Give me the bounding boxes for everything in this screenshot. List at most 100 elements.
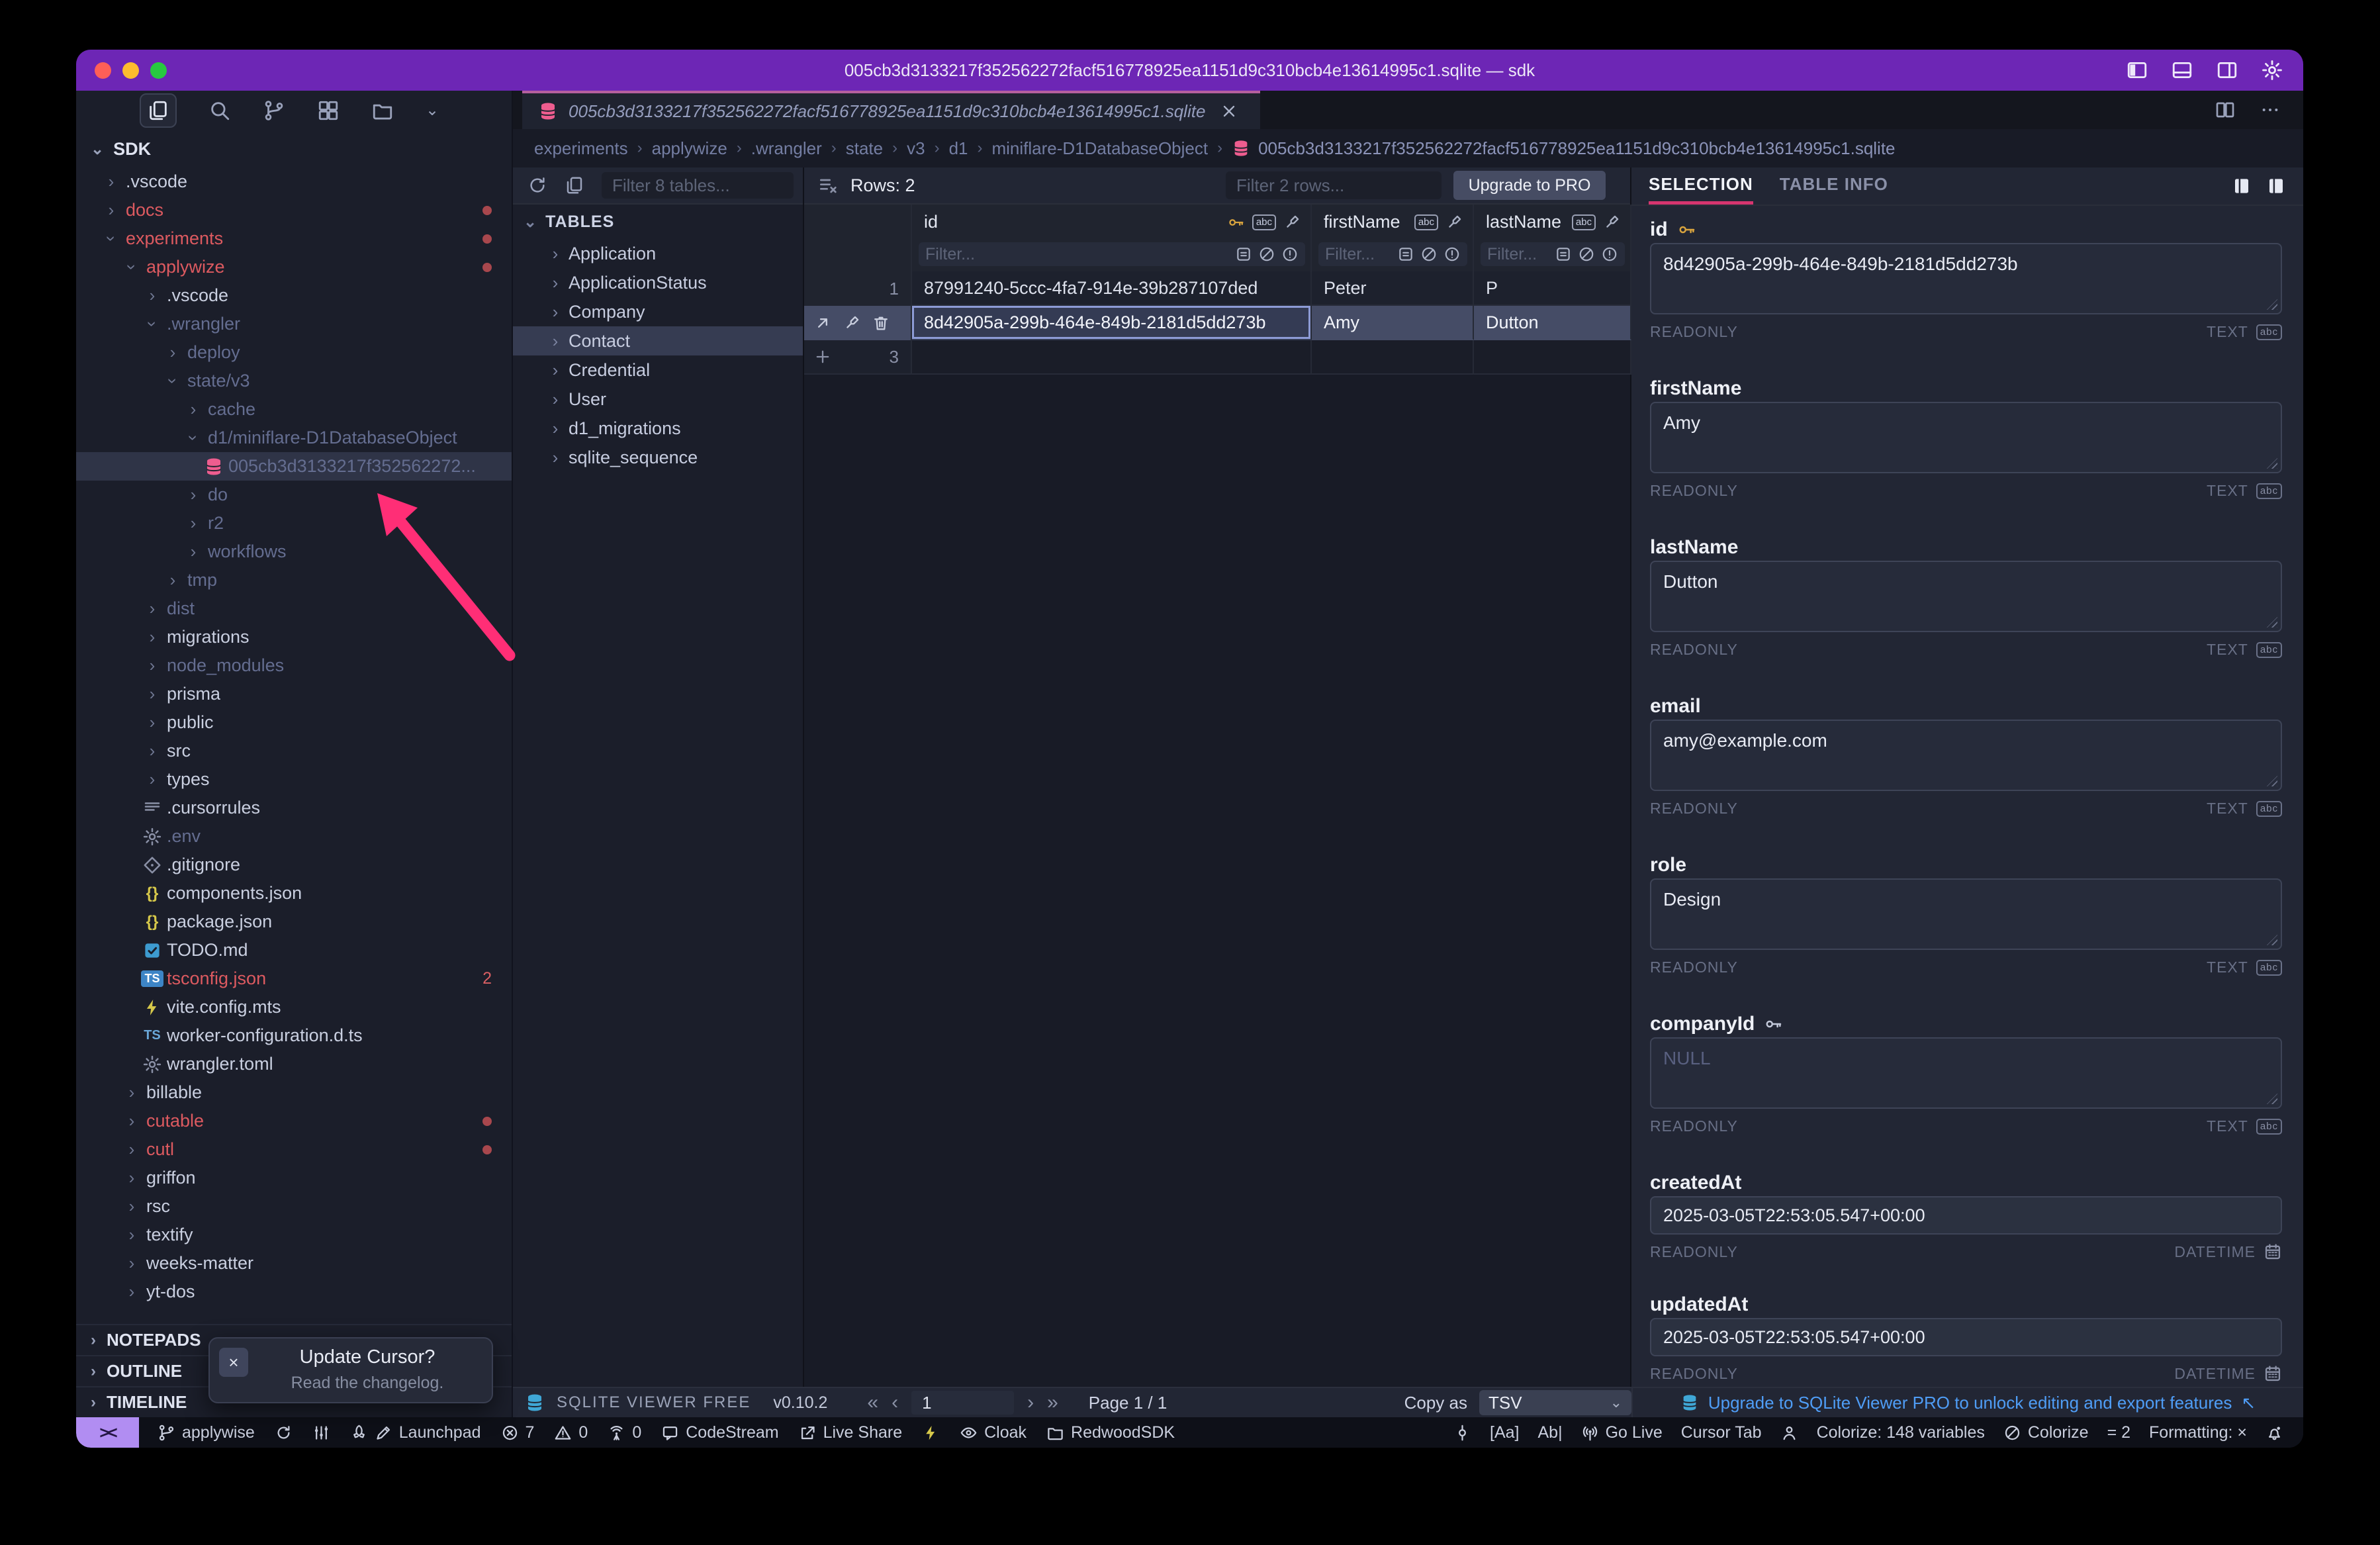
tree-item-wrangler-toml[interactable]: wrangler.toml <box>76 1050 512 1078</box>
not-null-filter-icon[interactable] <box>1578 246 1595 263</box>
tree-item-workflows[interactable]: ›workflows <box>76 538 512 566</box>
field-value-box[interactable]: NULL <box>1650 1037 2282 1109</box>
tree-item-textify[interactable]: ›textify <box>76 1221 512 1249</box>
statusbar-problems-warnings[interactable]: 0 <box>554 1423 588 1442</box>
remote-indicator[interactable]: >< <box>76 1417 139 1448</box>
equals-filter-icon[interactable] <box>1235 246 1252 263</box>
field-value-box[interactable]: 2025-03-05T22:53:05.547+00:00 <box>1650 1196 2282 1235</box>
toggle-secondary-sidebar-icon[interactable] <box>2216 59 2238 81</box>
notification-title[interactable]: Update Cursor? <box>210 1338 492 1368</box>
breadcrumb-item-v3[interactable]: v3 <box>907 138 925 159</box>
statusbar-ports[interactable]: 0 <box>608 1423 641 1442</box>
column-filter-id[interactable]: Filter... <box>912 240 1312 271</box>
breadcrumb-item-state[interactable]: state <box>846 138 883 159</box>
strict-filter-icon[interactable] <box>1281 246 1299 263</box>
tree-item-wrangler[interactable]: ›.wrangler <box>76 310 512 338</box>
field-value-box[interactable]: 2025-03-05T22:53:05.547+00:00 <box>1650 1318 2282 1356</box>
page-number-input[interactable]: 1 <box>911 1391 1014 1415</box>
tree-item-components-json[interactable]: {}components.json <box>76 879 512 908</box>
tree-item-weeks-matter[interactable]: ›weeks-matter <box>76 1249 512 1278</box>
statusbar-git-branch-status[interactable]: applywise <box>158 1423 255 1442</box>
row-gutter-2[interactable] <box>804 306 912 340</box>
statusbar-colorize-toggle[interactable]: Colorize <box>2003 1423 2089 1442</box>
tree-item-yt-dos[interactable]: ›yt-dos <box>76 1278 512 1306</box>
tree-item-do[interactable]: ›do <box>76 481 512 509</box>
cell-lastname-row1[interactable]: P <box>1474 271 1631 306</box>
statusbar-notifications-bell[interactable] <box>2266 1424 2283 1442</box>
open-row-icon[interactable] <box>813 314 832 332</box>
split-editor-icon[interactable] <box>2215 99 2236 120</box>
tree-item-state-v3[interactable]: ›state/v3 <box>76 367 512 395</box>
source-control-icon[interactable] <box>263 99 285 122</box>
statusbar-cloak[interactable]: Cloak <box>960 1423 1027 1442</box>
table-item-applicationstatus[interactable]: ›ApplicationStatus <box>513 268 803 297</box>
tree-item-todo-md[interactable]: TODO.md <box>76 936 512 964</box>
table-item-contact[interactable]: ›Contact <box>513 326 803 355</box>
panel-layout-icon[interactable] <box>2232 176 2252 196</box>
folder-view-icon[interactable] <box>371 99 394 122</box>
equals-filter-icon[interactable] <box>1555 246 1572 263</box>
toggle-panel-icon[interactable] <box>2171 59 2193 81</box>
field-value-box[interactable]: Amy <box>1650 402 2282 473</box>
duplicate-icon[interactable] <box>565 175 584 195</box>
tree-item-tsconfig-json[interactable]: TStsconfig.json2 <box>76 964 512 993</box>
chevron-down-icon[interactable]: ⌄ <box>426 103 439 118</box>
statusbar-live-share[interactable]: Live Share <box>799 1423 903 1442</box>
add-row-gutter[interactable]: 3 <box>804 340 912 375</box>
cell-firstname-row1[interactable]: Peter <box>1312 271 1474 306</box>
tree-item-cutable[interactable]: ›cutable <box>76 1107 512 1135</box>
explorer-view-button[interactable] <box>140 93 177 128</box>
table-item-sqlite-sequence[interactable]: ›sqlite_sequence <box>513 443 803 472</box>
cell-id-row1[interactable]: 87991240-5ccc-4fa7-914e-39b287107ded <box>912 271 1312 306</box>
prev-page-icon[interactable]: ‹ <box>892 1393 898 1413</box>
table-item-d1-migrations[interactable]: ›d1_migrations <box>513 414 803 443</box>
tree-item-vscode[interactable]: ›.vscode <box>76 281 512 310</box>
toggle-sidebar-icon[interactable] <box>2126 59 2148 81</box>
search-icon[interactable] <box>208 99 231 122</box>
equals-filter-icon[interactable] <box>1397 246 1414 263</box>
statusbar-git-sync[interactable] <box>275 1424 293 1442</box>
breadcrumb-item-d1[interactable]: d1 <box>949 138 968 159</box>
not-null-filter-icon[interactable] <box>1420 246 1438 263</box>
statusbar-account[interactable] <box>1780 1424 1798 1442</box>
tree-item-applywize[interactable]: ›applywize <box>76 253 512 281</box>
field-value-box[interactable]: 8d42905a-299b-464e-849b-2181d5dd273b <box>1650 243 2282 314</box>
field-value-box[interactable]: amy@example.com <box>1650 720 2282 791</box>
column-filter-input[interactable]: Filter... <box>919 242 1305 266</box>
statusbar-launchpad[interactable]: Launchpad <box>350 1423 481 1442</box>
tree-item-experiments[interactable]: ›experiments <box>76 224 512 253</box>
cell-id-row2[interactable]: 8d42905a-299b-464e-849b-2181d5dd273b <box>912 306 1312 340</box>
cell-firstname-row2[interactable]: Amy <box>1312 306 1474 340</box>
breadcrumb-item-experiments[interactable]: experiments <box>534 138 628 159</box>
tree-item-worker-configuration-d-ts[interactable]: TSworker-configuration.d.ts <box>76 1021 512 1050</box>
tab-table-info[interactable]: TABLE INFO <box>1780 167 1888 205</box>
tree-item-d1-miniflare-d1databaseobject[interactable]: ›d1/miniflare-D1DatabaseObject <box>76 424 512 452</box>
tree-item-griffon[interactable]: ›griffon <box>76 1164 512 1192</box>
statusbar-equals-indicator[interactable]: = 2 <box>2107 1423 2130 1442</box>
statusbar-match-case[interactable]: [Aa] <box>1490 1423 1519 1442</box>
table-item-application[interactable]: ›Application <box>513 239 803 268</box>
statusbar-go-live[interactable]: Go Live <box>1581 1423 1663 1442</box>
column-filter-firstname[interactable]: Filter... <box>1312 240 1474 271</box>
breadcrumb-item-applywize[interactable]: applywize <box>652 138 727 159</box>
column-header-id[interactable]: idabc <box>912 205 1312 240</box>
statusbar-commit-indicator[interactable] <box>1453 1424 1471 1442</box>
statusbar-codestream[interactable]: CodeStream <box>661 1423 778 1442</box>
extensions-icon[interactable] <box>317 99 340 122</box>
upgrade-to-pro-button[interactable]: Upgrade to PRO <box>1453 171 1606 200</box>
tree-item-dist[interactable]: ›dist <box>76 594 512 623</box>
tree-item-vscode[interactable]: ›.vscode <box>76 167 512 196</box>
pin-row-icon[interactable] <box>843 314 861 332</box>
tab-selection[interactable]: SELECTION <box>1649 167 1753 205</box>
tree-item-billable[interactable]: ›billable <box>76 1078 512 1107</box>
field-value-box[interactable]: Design <box>1650 878 2282 950</box>
tree-item-package-json[interactable]: {}package.json <box>76 908 512 936</box>
filter-rows-input[interactable]: Filter 2 rows... <box>1226 171 1442 199</box>
delete-row-icon[interactable] <box>872 314 890 332</box>
next-page-icon[interactable]: › <box>1027 1393 1034 1413</box>
tree-item-cache[interactable]: ›cache <box>76 395 512 424</box>
not-null-filter-icon[interactable] <box>1258 246 1275 263</box>
more-actions-icon[interactable] <box>2260 99 2281 120</box>
tree-item-types[interactable]: ›types <box>76 765 512 794</box>
statusbar-tuning[interactable] <box>312 1424 330 1442</box>
